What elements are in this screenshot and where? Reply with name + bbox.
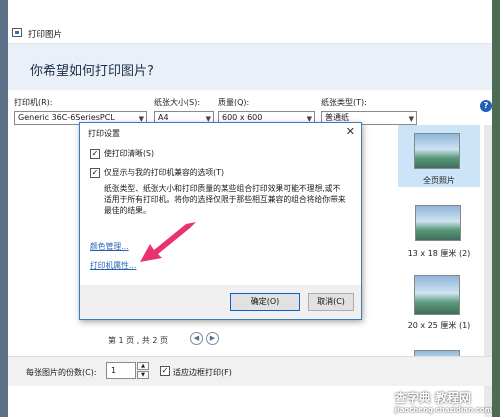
watermark-site: jiaocheng.chazidian.com (394, 406, 492, 414)
ok-button[interactable]: 确定(O) (230, 293, 300, 311)
bottom-bar: 每张图片的份数(C): 1 ▲ ▼ ✓ 适应边框打印(F) (8, 356, 492, 386)
landscape-thumbnail (414, 275, 460, 315)
compatible-only-checkbox[interactable]: ✓ (90, 168, 100, 178)
dialog-footer: 确定(O) 取消(C) (80, 285, 361, 319)
decrement-button[interactable]: ▼ (137, 371, 149, 379)
help-icon[interactable]: ? (480, 100, 492, 112)
watermark: 查字典 教程网 jiaocheng.chazidian.com (395, 389, 492, 414)
increment-button[interactable]: ▲ (137, 362, 149, 370)
paper-size-label: 纸张大小(S): (154, 98, 201, 107)
layout-label: 13 x 18 厘米 (2) (407, 249, 471, 258)
annotation-arrow-icon (140, 222, 196, 262)
dialog-body: ✓ 使打印清晰(S) ✓ 仅显示与我的打印机兼容的选项(T) 纸张类型、纸张大小… (80, 143, 361, 293)
paper-size-select-value: A4 (158, 113, 169, 122)
print-settings-dialog: 打印设置 ✕ ✓ 使打印清晰(S) ✓ 仅显示与我的打印机兼容的选项(T) 纸张… (79, 122, 362, 320)
description-line: 适用于所有打印机。将你的选择仅限于那些相互兼容的组合将给你带来 (104, 195, 346, 204)
fit-frame-checkbox[interactable]: ✓ (160, 366, 170, 376)
landscape-thumbnail (415, 205, 461, 241)
next-page-button[interactable]: ▶ (206, 332, 219, 345)
description-line: 纸张类型、纸张大小和打印质量的某些组合打印效果可能不理想,或不 (104, 184, 341, 193)
printer-label: 打印机(R): (14, 98, 53, 107)
paper-type-select-value: 普通纸 (325, 113, 349, 122)
window-title: 打印图片 (28, 30, 63, 40)
layout-20x25[interactable]: 20 x 25 厘米 (1) (398, 273, 480, 335)
background-right (492, 0, 500, 417)
copies-label: 每张图片的份数(C): (26, 368, 97, 377)
dialog-title: 打印设置 (88, 129, 120, 138)
chevron-down-icon: ▼ (408, 115, 414, 123)
copies-input[interactable]: 1 (106, 362, 136, 379)
layout-13x18[interactable]: 13 x 18 厘米 (2) (398, 203, 480, 265)
background-left (0, 0, 8, 417)
title-bar: 打印图片 (8, 0, 492, 44)
page-indicator: 第 1 页 , 共 2 页 (108, 336, 168, 345)
layout-label: 20 x 25 厘米 (1) (407, 321, 471, 330)
landscape-thumbnail (414, 133, 460, 169)
watermark-text: 查字典 教程网 (394, 391, 471, 405)
sharpen-checkbox[interactable]: ✓ (90, 149, 100, 159)
fit-frame-label: 适应边框打印(F) (173, 368, 232, 377)
color-management-link[interactable]: 颜色管理... (90, 241, 129, 252)
paper-type-label: 纸张类型(T): (321, 98, 367, 107)
previous-page-button[interactable]: ◀ (190, 332, 203, 345)
layout-full-page[interactable]: 全页照片 (398, 125, 480, 187)
description-line: 最佳的结果。 (104, 206, 151, 215)
quality-select-value: 600 x 600 (222, 113, 263, 122)
header-band: 你希望如何打印图片? (8, 44, 492, 90)
compatible-only-label: 仅显示与我的打印机兼容的选项(T) (104, 168, 225, 177)
layout-label: 全页照片 (423, 176, 455, 185)
printer-app-icon (12, 28, 22, 37)
close-icon[interactable]: ✕ (346, 125, 355, 138)
quality-label: 质量(Q): (218, 98, 250, 107)
page-heading: 你希望如何打印图片? (30, 64, 154, 79)
sharpen-label: 使打印清晰(S) (104, 149, 155, 158)
cancel-button[interactable]: 取消(C) (308, 293, 354, 311)
printer-select-value: Generic 36C-6SeriesPCL (18, 113, 115, 122)
